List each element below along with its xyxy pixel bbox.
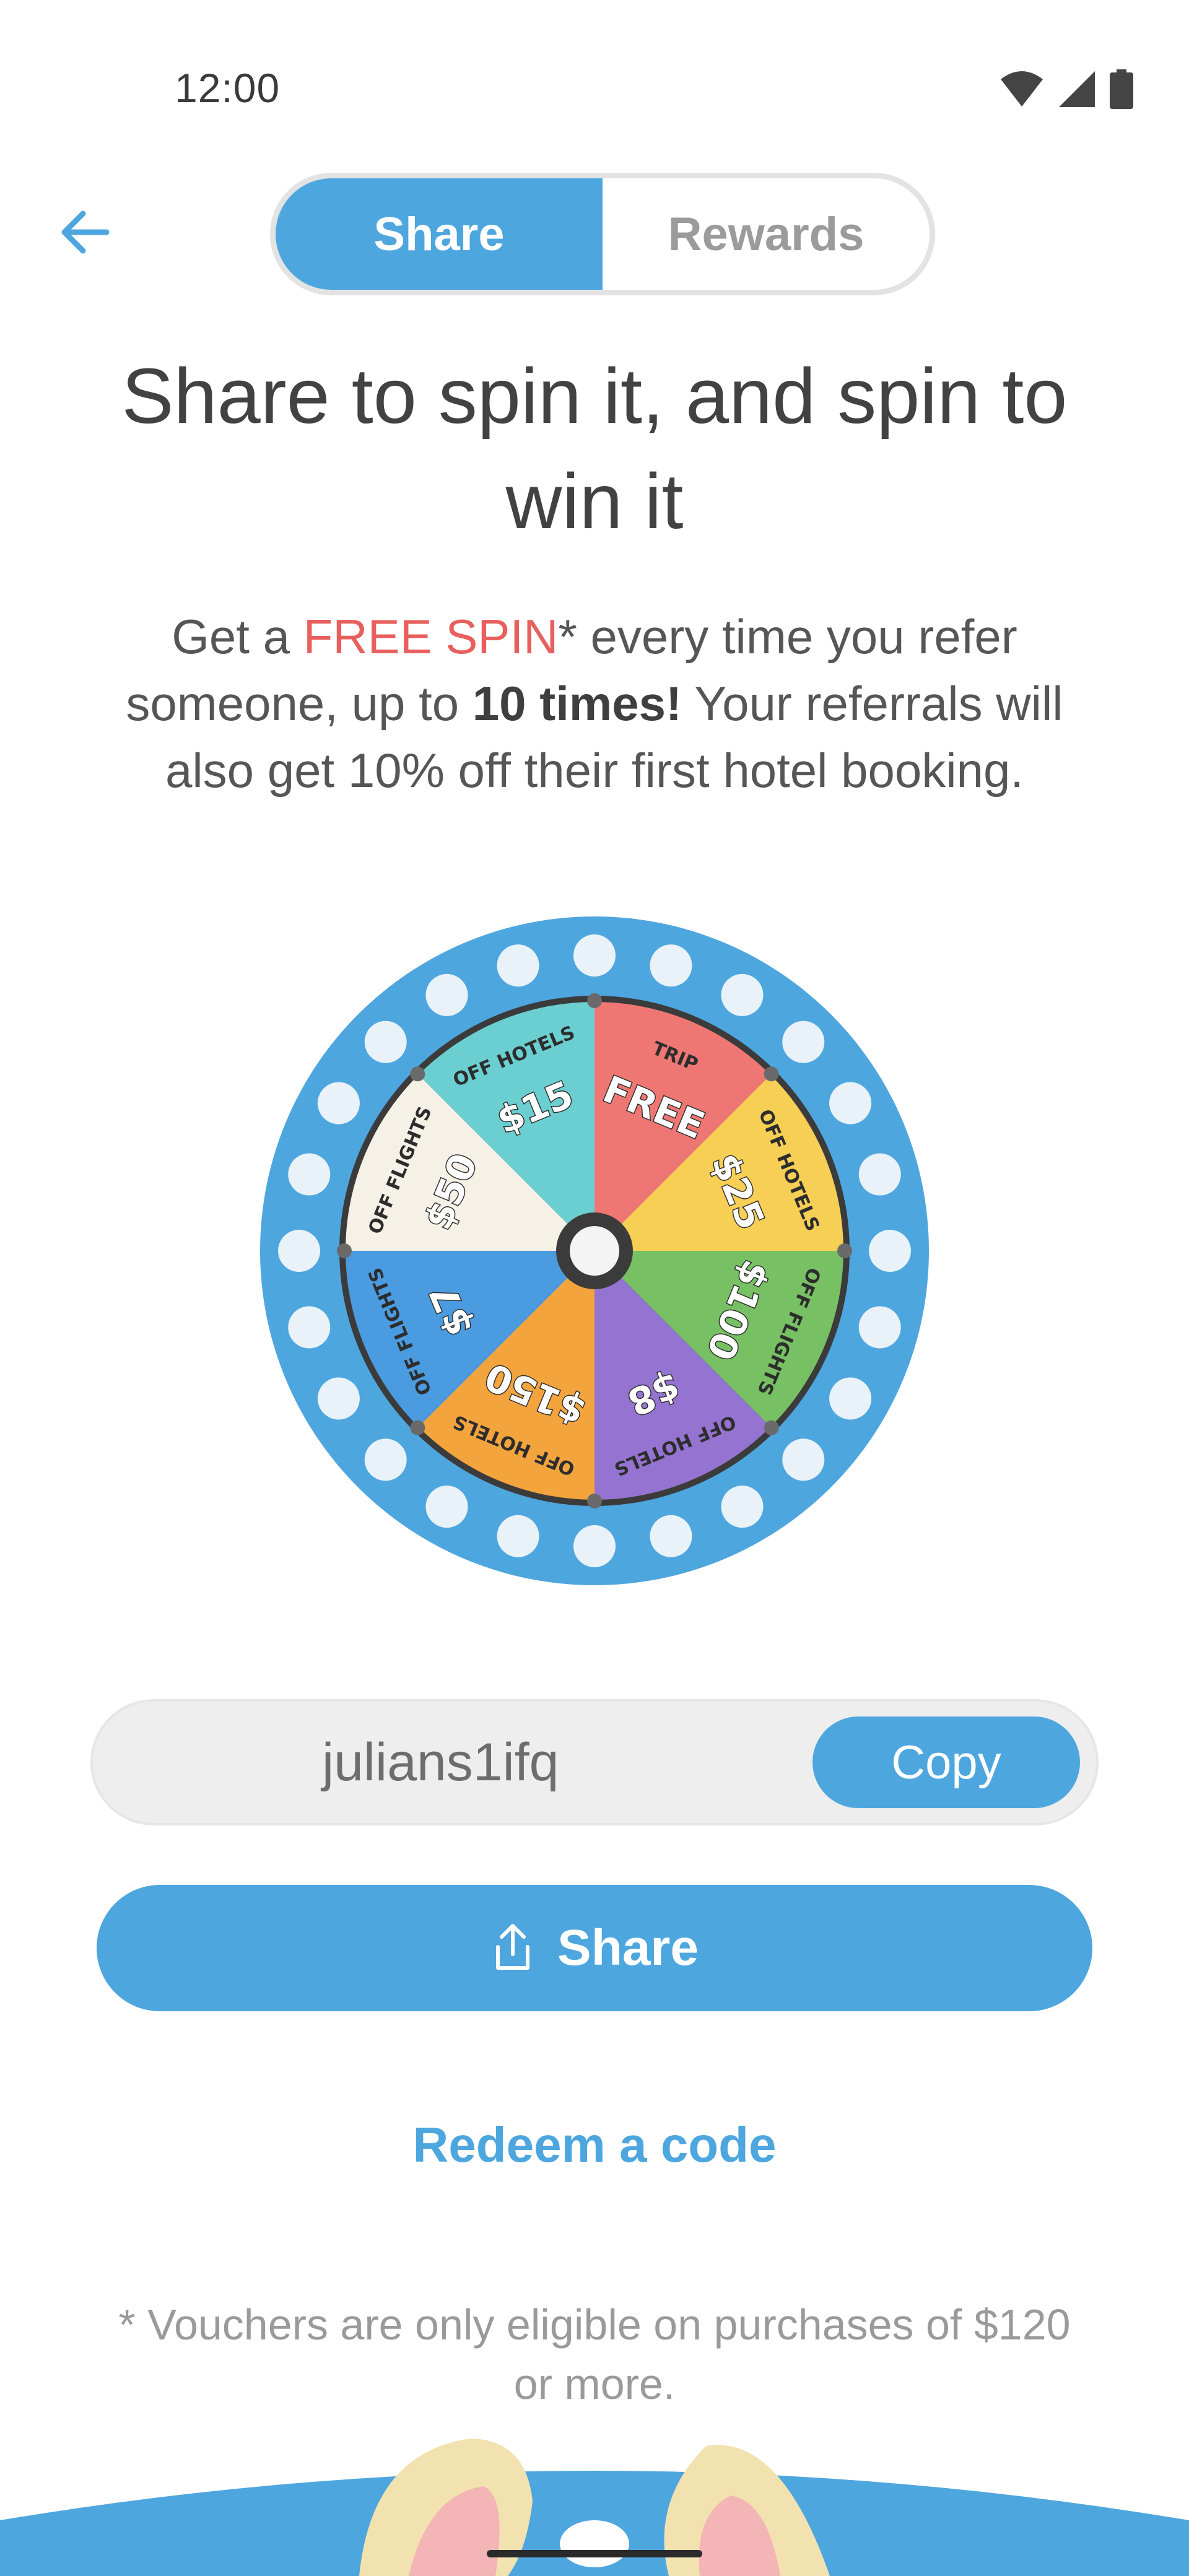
wheel-peg — [764, 1420, 779, 1435]
back-arrow-icon — [61, 211, 110, 254]
rim-light — [425, 973, 468, 1016]
rim-light — [782, 1438, 825, 1481]
share-icon — [496, 1924, 530, 1970]
rim-light — [829, 1377, 872, 1420]
referral-code-field: julians1ifq Copy — [90, 1699, 1099, 1825]
wheel-peg — [587, 993, 602, 1008]
wheel-peg — [587, 1494, 602, 1508]
page-title: Share to spin it, and spin to win it — [121, 352, 1068, 545]
rim-light — [425, 1486, 468, 1528]
ten-times-emphasis: 10 times! — [472, 676, 682, 731]
prize-wheel-graphic: TRIPFREE OFF HOTELS$25OFF FLIGHTS$100OFF … — [260, 916, 929, 1585]
rim-light — [869, 1230, 911, 1272]
rim-light — [497, 1515, 539, 1557]
wheel-peg — [410, 1066, 425, 1082]
share-button[interactable]: Share — [97, 1885, 1092, 2011]
copy-button[interactable]: Copy — [812, 1717, 1080, 1808]
tab-share[interactable]: Share — [276, 178, 603, 290]
rim-light — [288, 1306, 331, 1349]
share-button-label: Share — [557, 1920, 699, 1976]
rim-light — [858, 1153, 901, 1196]
status-icons — [1000, 69, 1133, 109]
rim-light — [782, 1020, 825, 1063]
rim-light — [650, 1515, 692, 1557]
status-bar: 12:00 — [0, 0, 1189, 149]
rim-light — [650, 944, 692, 987]
back-button[interactable] — [57, 204, 113, 260]
rim-light — [288, 1153, 331, 1196]
wheel-peg — [837, 1243, 852, 1258]
rim-light — [858, 1306, 901, 1349]
tab-switcher: Share Rewards — [270, 173, 935, 295]
free-spin-highlight: FREE SPIN — [303, 609, 559, 664]
desc-part-1: Get a — [172, 609, 303, 664]
rim-light — [829, 1082, 872, 1125]
cellular-signal-icon — [1059, 71, 1095, 107]
wheel-peg — [337, 1243, 352, 1258]
tab-rewards[interactable]: Rewards — [603, 178, 930, 290]
promo-description: Get a FREE SPIN* every time you refer so… — [118, 603, 1071, 804]
rim-light — [497, 944, 539, 987]
referral-code: julians1ifq — [322, 1733, 559, 1792]
rim-light — [364, 1020, 407, 1063]
footnote: * Vouchers are only eligible on purchase… — [118, 2300, 1071, 2408]
wheel-hub-center — [570, 1226, 619, 1276]
rim-light — [364, 1438, 407, 1481]
redeem-code-link[interactable]: Redeem a code — [0, 2117, 1189, 2174]
status-time: 12:00 — [175, 65, 281, 111]
prize-wheel[interactable]: TRIP FREE OFF HOTELS $25 OFF FLIGHTS $100 OFF … — [260, 916, 929, 1585]
battery-icon — [1110, 69, 1133, 109]
rim-light — [317, 1377, 360, 1420]
rim-light — [721, 1486, 764, 1528]
rim-light — [573, 934, 616, 977]
rim-light — [278, 1230, 320, 1272]
wheel-peg — [410, 1420, 425, 1435]
rim-light — [317, 1082, 360, 1125]
wheel-peg — [764, 1066, 779, 1082]
home-indicator — [487, 2550, 702, 2557]
wifi-icon — [1001, 71, 1043, 107]
rim-light — [721, 973, 764, 1016]
rim-light — [573, 1525, 616, 1567]
